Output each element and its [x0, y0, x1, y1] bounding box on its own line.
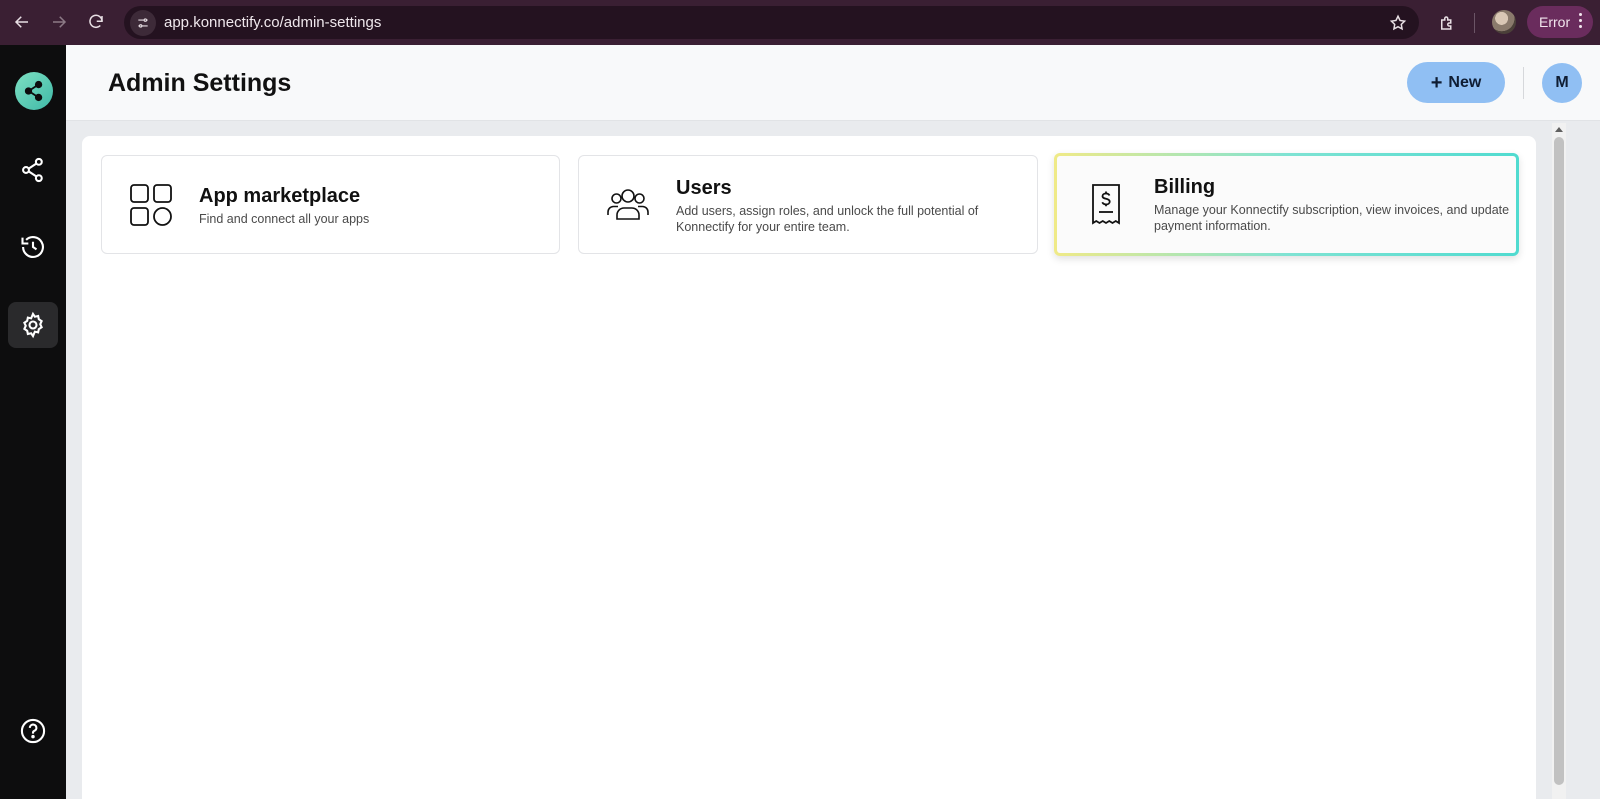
reload-button[interactable] — [78, 4, 114, 40]
card-title: Users — [676, 177, 732, 199]
scroll-thumb[interactable] — [1554, 137, 1564, 785]
receipt-icon — [1083, 182, 1129, 228]
card-description: Find and connect all your apps — [199, 212, 370, 226]
page-title: Admin Settings — [108, 69, 292, 97]
card-description-line2: payment information. — [1154, 219, 1271, 233]
error-label: Error — [1539, 14, 1571, 30]
page-header: Admin Settings + New M — [66, 45, 1600, 121]
konnectify-logo[interactable] — [15, 72, 53, 110]
sidebar-item-help[interactable] — [8, 708, 58, 754]
arrow-right-icon — [53, 16, 67, 28]
card-app-marketplace[interactable]: App marketplace Find and connect all you… — [101, 155, 560, 254]
tune-icon — [138, 17, 148, 28]
plus-icon: + — [1430, 71, 1443, 94]
history-icon — [21, 236, 44, 258]
bookmark-button[interactable] — [1385, 10, 1411, 36]
url-text[interactable]: app.konnectify.co/admin-settings — [164, 14, 381, 31]
scroll-up-arrow-icon[interactable] — [1555, 127, 1563, 132]
help-icon — [20, 718, 46, 744]
forward-button[interactable] — [41, 4, 77, 40]
users-icon — [605, 182, 651, 228]
address-bar[interactable]: app.konnectify.co/admin-settings — [124, 6, 1419, 39]
reload-icon — [89, 14, 103, 29]
error-button[interactable]: Error — [1527, 6, 1593, 38]
new-button[interactable]: + New — [1407, 62, 1505, 103]
extensions-button[interactable] — [1432, 8, 1462, 38]
app-sidebar — [0, 45, 66, 799]
sidebar-item-history[interactable] — [8, 224, 58, 270]
content-panel: App marketplace Find and connect all you… — [82, 136, 1536, 799]
card-billing[interactable]: Billing Manage your Konnectify subscript… — [1054, 153, 1519, 256]
card-users[interactable]: Users Add users, assign roles, and unloc… — [578, 155, 1038, 254]
profile-avatar[interactable] — [1492, 10, 1516, 34]
sidebar-item-workflows[interactable] — [8, 147, 58, 193]
share-nodes-icon — [22, 157, 43, 183]
user-avatar[interactable]: M — [1542, 63, 1582, 103]
more-vert-icon — [1579, 13, 1583, 28]
page-scrollbar[interactable] — [1552, 123, 1566, 799]
toolbar-divider — [1474, 13, 1475, 33]
star-icon — [1389, 14, 1407, 31]
card-description: Manage your Konnectify subscription, vie… — [1154, 203, 1510, 217]
header-divider — [1523, 67, 1524, 99]
card-description: Add users, assign roles, and unlock the … — [676, 204, 979, 218]
apps-grid-icon — [128, 182, 174, 228]
site-info-button[interactable] — [130, 9, 156, 36]
new-button-label: New — [1448, 73, 1482, 91]
back-button[interactable] — [4, 4, 40, 40]
logo-share-icon — [24, 80, 43, 102]
arrow-left-icon — [14, 16, 28, 28]
gear-icon — [23, 311, 43, 339]
card-title: Billing — [1154, 176, 1216, 198]
puzzle-icon — [1441, 16, 1452, 30]
sidebar-item-settings[interactable] — [8, 302, 58, 348]
card-description-line2: Konnectify for your entire team. — [676, 220, 850, 234]
main-area: Admin Settings + New M App marketplace F… — [66, 45, 1600, 799]
browser-toolbar: app.konnectify.co/admin-settings Error — [0, 0, 1600, 45]
card-title: App marketplace — [199, 185, 361, 207]
